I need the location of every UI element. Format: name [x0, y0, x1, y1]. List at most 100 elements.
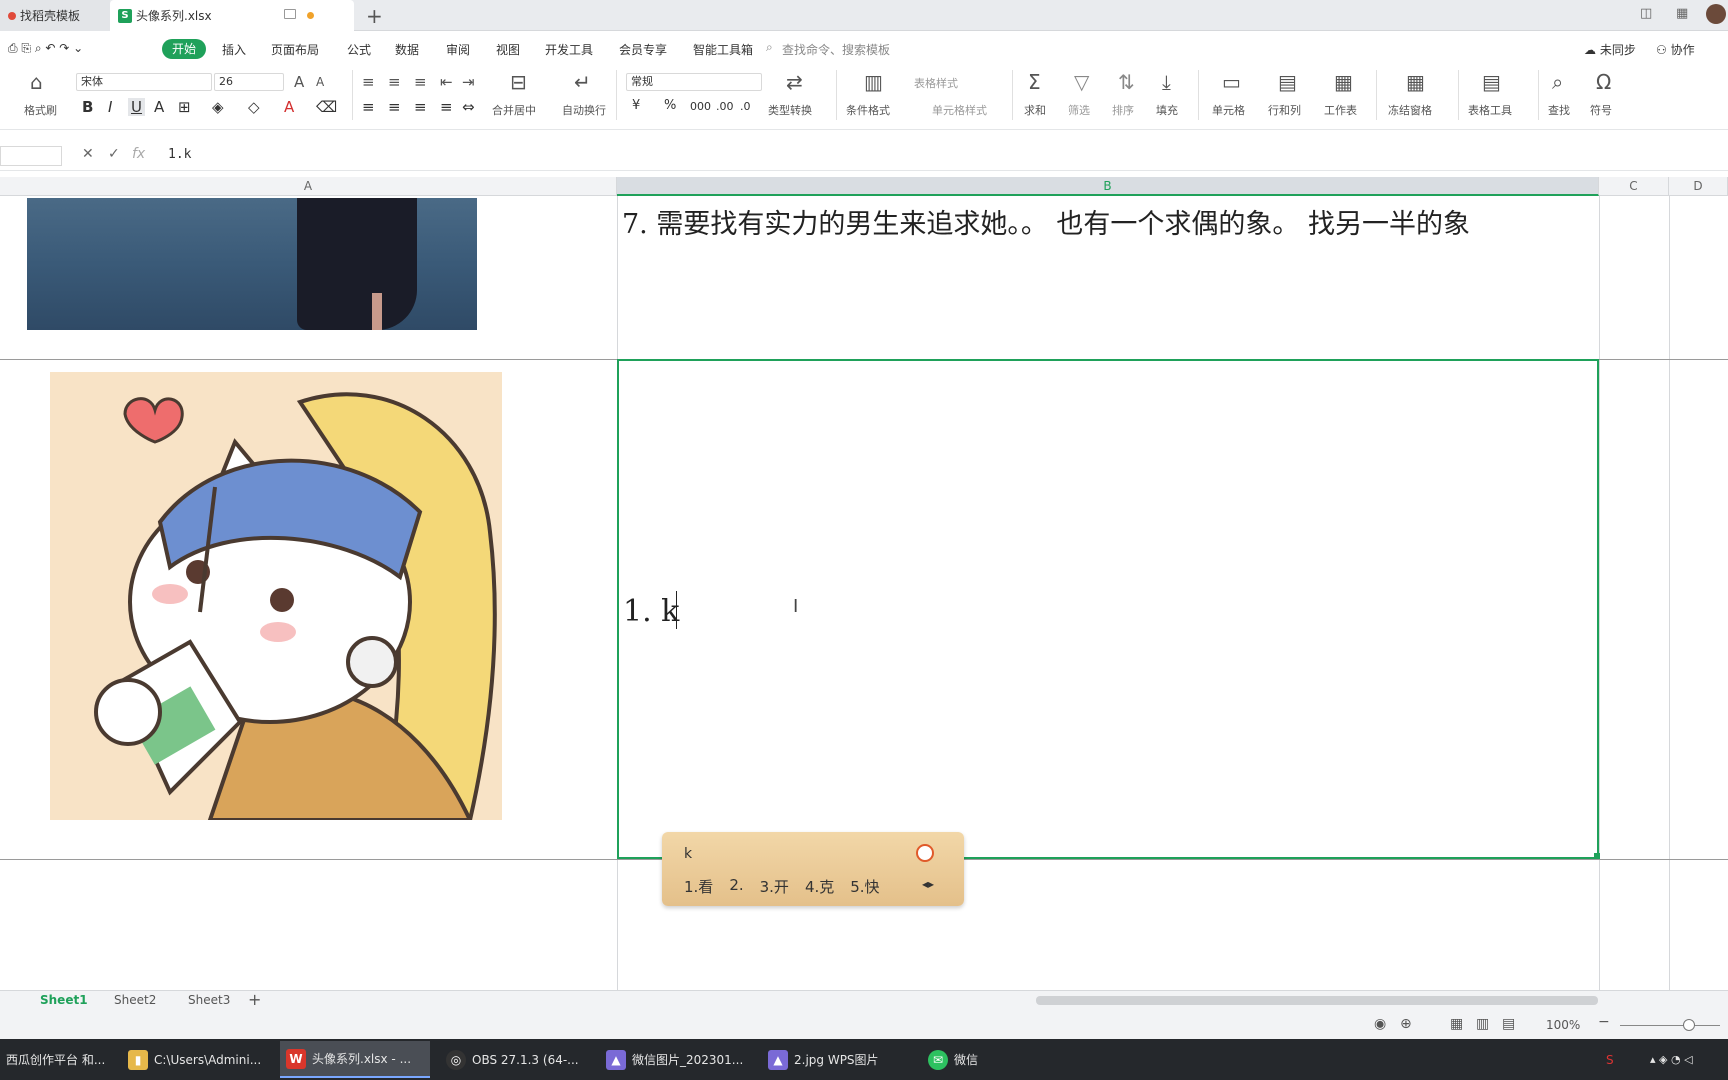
horizontal-scrollbar[interactable]: [1036, 996, 1598, 1005]
sheet-tab-2[interactable]: Sheet2: [114, 993, 156, 1007]
font-shrink-icon[interactable]: A: [316, 75, 324, 89]
quick-access-icons[interactable]: ⎙ ⎘ ⌕ ↶ ↷ ⌄: [8, 41, 83, 56]
menu-data[interactable]: 数据: [395, 41, 419, 58]
thousands-icon[interactable]: 000: [690, 100, 711, 113]
apps-grid-icon[interactable]: ▦: [1676, 6, 1688, 21]
add-sheet-button[interactable]: +: [248, 990, 261, 1009]
menu-review[interactable]: 审阅: [446, 41, 470, 58]
ime-tray-icon[interactable]: S: [1600, 1041, 1630, 1078]
row-col-icon[interactable]: ▤: [1278, 70, 1297, 94]
cancel-icon[interactable]: ✕: [82, 146, 94, 162]
merge-center-icon[interactable]: ⊟: [510, 70, 527, 94]
row-col-label[interactable]: 行和列: [1268, 102, 1301, 118]
zoom-out-icon[interactable]: −: [1598, 1014, 1610, 1030]
align-left-icon[interactable]: ≡: [362, 98, 375, 116]
cell-icon[interactable]: ▭: [1222, 70, 1241, 94]
menu-start[interactable]: 开始: [162, 39, 206, 59]
page-layout-view-icon[interactable]: ▥: [1476, 1016, 1489, 1032]
type-convert-icon[interactable]: ⇄: [786, 70, 803, 94]
decimal-increase-icon[interactable]: .00: [716, 100, 734, 113]
name-box[interactable]: [0, 146, 62, 166]
tab-workbook[interactable]: S 头像系列.xlsx: [110, 0, 354, 31]
menu-smart-tools[interactable]: 智能工具箱: [693, 41, 753, 58]
ime-candidate[interactable]: 2.: [729, 876, 743, 897]
cell-style-label[interactable]: 单元格样式: [932, 102, 987, 118]
merge-center-label[interactable]: 合并居中: [492, 102, 536, 118]
confirm-icon[interactable]: ✓: [108, 146, 120, 162]
font-name-select[interactable]: 宋体: [76, 73, 212, 91]
filter-icon[interactable]: ▽: [1074, 70, 1089, 94]
align-right-icon[interactable]: ≡: [414, 98, 427, 116]
fill-color-icon[interactable]: ◈: [212, 98, 224, 116]
menu-insert[interactable]: 插入: [222, 41, 246, 58]
taskbar-item[interactable]: ◎ OBS 27.1.3 (64-...: [440, 1041, 590, 1078]
fill-icon[interactable]: ⤓: [1162, 70, 1171, 94]
sheet-grid[interactable]: 7. 需要找有实力的男生来追求她。。 也有一个求偶的象。 找另一半的象 1. k…: [0, 196, 1728, 990]
formula-input[interactable]: 1.k: [168, 147, 191, 162]
font-size-select[interactable]: 26: [214, 73, 284, 91]
zoom-slider[interactable]: [1620, 1025, 1720, 1026]
column-header-a[interactable]: A: [0, 177, 617, 196]
highlight-icon[interactable]: ◇: [248, 98, 260, 116]
fill-label[interactable]: 填充: [1156, 102, 1178, 118]
align-center-icon[interactable]: ≡: [388, 98, 401, 116]
distribute-icon[interactable]: ⇔: [462, 98, 475, 116]
command-search[interactable]: ⌕ 查找命令、搜索模板: [766, 40, 890, 58]
column-header-d[interactable]: D: [1669, 177, 1728, 196]
active-cell-border[interactable]: [617, 359, 1599, 859]
ime-candidate[interactable]: 1.看: [684, 876, 713, 897]
border-icon[interactable]: ⊞: [178, 98, 191, 116]
menu-page-layout[interactable]: 页面布局: [271, 41, 319, 58]
justify-icon[interactable]: ≡: [440, 98, 453, 116]
freeze-panes-icon[interactable]: ▦: [1406, 70, 1425, 94]
cell-b-text[interactable]: 7. 需要找有实力的男生来追求她。。 也有一个求偶的象。 找另一半的象: [622, 202, 1470, 241]
italic-icon[interactable]: I: [108, 98, 112, 116]
menu-member[interactable]: 会员专享: [619, 41, 667, 58]
page-break-view-icon[interactable]: ▤: [1502, 1016, 1515, 1032]
align-top-icon[interactable]: ≡: [362, 73, 375, 91]
menu-view[interactable]: 视图: [496, 41, 520, 58]
taskbar-item[interactable]: ✉ 微信: [922, 1041, 1012, 1078]
table-tools-icon[interactable]: ▤: [1482, 70, 1501, 94]
format-painter-label[interactable]: 格式刷: [24, 102, 57, 118]
ime-candidate[interactable]: 5.快: [850, 876, 879, 897]
sheet-tab-1[interactable]: Sheet1: [40, 993, 88, 1007]
collab-button[interactable]: ⚇ 协作: [1656, 41, 1695, 58]
wrap-text-icon[interactable]: ↵: [574, 70, 591, 94]
ime-page-arrows-icon[interactable]: ◂▸: [922, 877, 934, 891]
taskbar-item[interactable]: 西瓜创作平台 和...: [0, 1041, 112, 1078]
bold-icon[interactable]: B: [82, 98, 93, 116]
cat-avatar-image[interactable]: [50, 372, 502, 820]
number-format-select[interactable]: 常规: [626, 73, 762, 91]
filter-label[interactable]: 筛选: [1068, 102, 1090, 118]
normal-view-icon[interactable]: ▦: [1450, 1016, 1463, 1032]
indent-increase-icon[interactable]: ⇥: [462, 73, 475, 91]
wrap-text-label[interactable]: 自动换行: [562, 102, 606, 118]
worksheet-icon[interactable]: ▦: [1334, 70, 1353, 94]
worksheet-label[interactable]: 工作表: [1324, 102, 1357, 118]
layout-icon[interactable]: ◫: [1640, 6, 1652, 21]
menu-formula[interactable]: 公式: [347, 41, 371, 58]
photo-image[interactable]: [27, 198, 477, 330]
ime-candidate[interactable]: 3.开: [760, 876, 789, 897]
font-grow-icon[interactable]: A: [294, 73, 304, 91]
avatar[interactable]: [1706, 4, 1726, 24]
column-header-b[interactable]: B: [617, 177, 1599, 196]
menu-developer[interactable]: 开发工具: [545, 41, 593, 58]
screen-icon[interactable]: [284, 9, 296, 19]
ime-candidate-window[interactable]: k 1.看 2. 3.开 4.克 5.快 ◂▸: [662, 832, 964, 906]
clear-format-icon[interactable]: ⌫: [316, 98, 337, 116]
system-tray-icons[interactable]: ▴ ◈ ◔ ◁: [1644, 1041, 1724, 1078]
tab-template[interactable]: 找稻壳模板: [0, 0, 110, 31]
taskbar-item[interactable]: ▲ 微信图片_202301...: [600, 1041, 752, 1078]
freeze-panes-label[interactable]: 冻结窗格: [1388, 102, 1432, 118]
format-painter-icon[interactable]: ⌂: [30, 70, 43, 94]
find-label[interactable]: 查找: [1548, 102, 1570, 118]
sync-status[interactable]: ☁ 未同步: [1584, 41, 1636, 58]
align-bottom-icon[interactable]: ≡: [414, 73, 427, 91]
active-cell-text[interactable]: 1. k: [623, 594, 679, 629]
currency-icon[interactable]: ¥: [632, 98, 640, 113]
font-color-icon[interactable]: A: [284, 98, 294, 116]
strikethrough-icon[interactable]: A: [154, 98, 164, 116]
cell-label[interactable]: 单元格: [1212, 102, 1245, 118]
